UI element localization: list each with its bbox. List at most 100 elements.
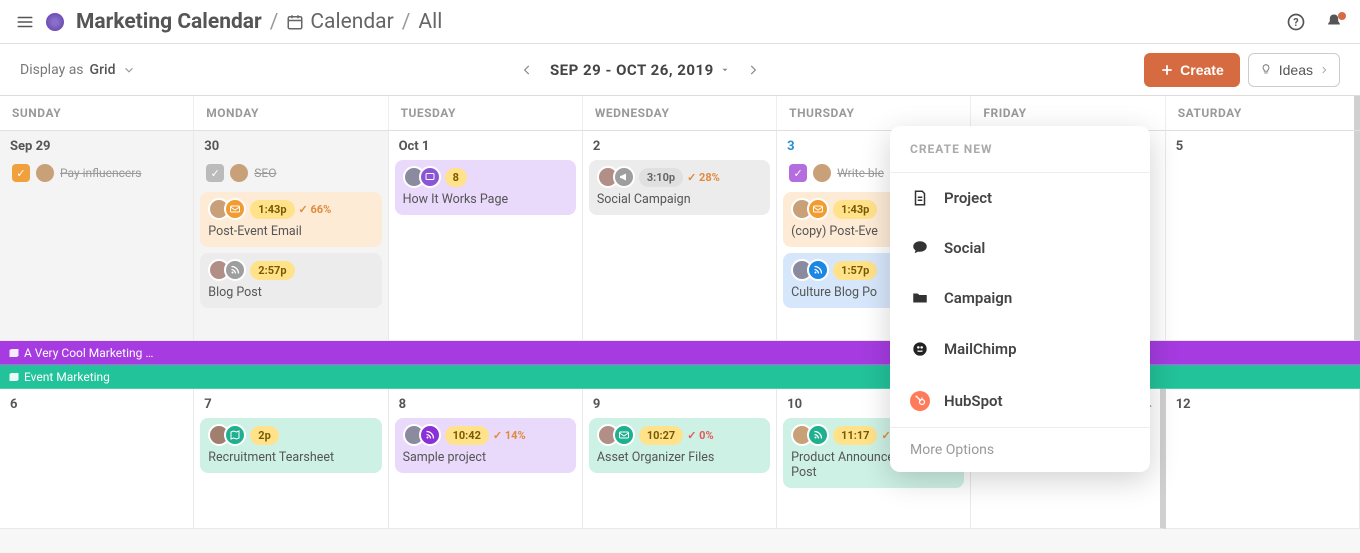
next-period-button[interactable]: [742, 59, 764, 81]
breadcrumb-calendar[interactable]: Calendar: [286, 10, 393, 34]
event-time: 3:10p: [639, 168, 683, 187]
day-header: THURSDAY: [777, 96, 971, 130]
campaign-range-event-marketing[interactable]: Event Marketing: [0, 365, 1360, 389]
event-time: 10:27: [639, 426, 683, 445]
event-asset-organizer[interactable]: 10:27 ✓ 0% Asset Organizer Files: [589, 418, 770, 473]
chat-icon: [910, 239, 930, 257]
calendar-cell[interactable]: 2 3:10p ✓ 28% Social Campaign: [583, 131, 777, 341]
calendar-cell[interactable]: 8 10:42 ✓ 14% Sample project: [389, 389, 583, 529]
event-title: Social Campaign: [597, 192, 762, 207]
calendar-cell[interactable]: 12: [1166, 389, 1360, 529]
event-how-it-works[interactable]: 8 How It Works Page: [395, 160, 576, 215]
checkbox-checked-icon[interactable]: ✓: [789, 164, 807, 182]
event-title: Recruitment Tearsheet: [208, 450, 373, 465]
avatar: [230, 164, 248, 182]
email-icon: [807, 198, 829, 220]
hubspot-icon: [910, 391, 930, 411]
event-blog-post[interactable]: 2:57p Blog Post: [200, 253, 381, 308]
help-icon[interactable]: ?: [1286, 12, 1306, 32]
notifications-icon[interactable]: [1324, 12, 1344, 32]
calendar-toolbar: Display as Grid SEP 29 - OCT 26, 2019 Cr…: [0, 44, 1360, 96]
avatar: [36, 164, 54, 182]
display-mode-selector[interactable]: Display as Grid: [20, 62, 136, 78]
event-title: Blog Post: [208, 285, 373, 300]
prev-period-button[interactable]: [516, 59, 538, 81]
event-progress: ✓ 14%: [493, 429, 526, 442]
page-icon: [419, 166, 441, 188]
app-logo-icon[interactable]: [46, 13, 64, 31]
folder-icon: [910, 289, 930, 307]
svg-text:?: ?: [1293, 16, 1298, 29]
breadcrumb-root[interactable]: Marketing Calendar: [76, 10, 262, 34]
megaphone-icon: [613, 166, 635, 188]
checkbox-checked-icon[interactable]: ✓: [12, 164, 30, 182]
cell-date: Sep 29: [6, 137, 187, 160]
event-title: Post-Event Email: [208, 224, 373, 239]
calendar-ranges: A Very Cool Marketing … Event Marketing: [0, 341, 1360, 389]
task-item-pay-influencers[interactable]: ✓ Pay influencers: [6, 160, 187, 186]
event-title: How It Works Page: [403, 192, 568, 207]
event-sample-project[interactable]: 10:42 ✓ 14% Sample project: [395, 418, 576, 473]
popover-header: CREATE NEW: [890, 126, 1150, 173]
cell-date: 7: [200, 395, 381, 418]
day-header: SUNDAY: [0, 96, 194, 130]
day-header: SATURDAY: [1166, 96, 1360, 130]
create-popover: CREATE NEW Project Social Campaign MailC…: [890, 126, 1150, 472]
app-header: Marketing Calendar / Calendar / All ?: [0, 0, 1360, 44]
calendar-cell[interactable]: 30 ✓ SEO 1:43p ✓ 66% Post-Event Email 2:…: [194, 131, 388, 341]
event-progress: ✓ 66%: [299, 203, 332, 216]
event-title: Sample project: [403, 450, 568, 465]
cell-date: 30: [200, 137, 381, 160]
rss-icon: [807, 259, 829, 281]
checkbox-checked-icon[interactable]: ✓: [206, 164, 224, 182]
event-time: 10:42: [445, 426, 489, 445]
day-header: FRIDAY: [971, 96, 1165, 130]
event-time: 1:43p: [833, 200, 877, 219]
calendar-cell[interactable]: 9 10:27 ✓ 0% Asset Organizer Files: [583, 389, 777, 529]
cell-date: Oct 1: [395, 137, 576, 160]
calendar-cell[interactable]: 5: [1166, 131, 1360, 341]
email-icon: [224, 198, 246, 220]
mailchimp-icon: [910, 339, 930, 359]
calendar-cell[interactable]: 7 2p Recruitment Tearsheet: [194, 389, 388, 529]
cell-date: 12: [1172, 395, 1353, 418]
event-time: 8: [445, 168, 467, 187]
event-time: 2p: [250, 426, 279, 445]
create-social[interactable]: Social: [890, 223, 1150, 273]
map-icon: [224, 424, 246, 446]
calendar-cell[interactable]: Oct 1 8 How It Works Page: [389, 131, 583, 341]
date-range-picker[interactable]: SEP 29 - OCT 26, 2019: [550, 61, 730, 79]
event-title: Asset Organizer Files: [597, 450, 762, 465]
task-item-seo[interactable]: ✓ SEO: [200, 160, 381, 186]
event-time: 1:57p: [833, 261, 877, 280]
avatar: [813, 164, 831, 182]
breadcrumb: Marketing Calendar / Calendar / All: [76, 10, 442, 34]
cell-date: 8: [395, 395, 576, 418]
calendar-grid: Sep 29 ✓ Pay influencers 30 ✓ SEO 1:43p …: [0, 131, 1360, 529]
breadcrumb-filter[interactable]: All: [418, 10, 442, 34]
create-button[interactable]: Create: [1144, 53, 1240, 87]
event-time: 11:17: [833, 426, 877, 445]
create-hubspot[interactable]: HubSpot: [890, 375, 1150, 427]
calendar-cell[interactable]: 6: [0, 389, 194, 529]
cell-date: 5: [1172, 137, 1348, 160]
calendar-day-headers: SUNDAY MONDAY TUESDAY WEDNESDAY THURSDAY…: [0, 96, 1360, 131]
popover-more-options[interactable]: More Options: [890, 427, 1150, 472]
event-time: 1:43p: [250, 200, 294, 219]
day-header: TUESDAY: [389, 96, 583, 130]
ideas-button[interactable]: Ideas: [1248, 53, 1340, 87]
campaign-range-marketing[interactable]: A Very Cool Marketing …: [0, 341, 1360, 365]
event-recruitment-tearsheet[interactable]: 2p Recruitment Tearsheet: [200, 418, 381, 473]
event-social-campaign[interactable]: 3:10p ✓ 28% Social Campaign: [589, 160, 770, 215]
hamburger-menu-icon[interactable]: [16, 13, 34, 31]
create-project[interactable]: Project: [890, 173, 1150, 223]
cell-date: 6: [6, 395, 187, 418]
day-header: WEDNESDAY: [583, 96, 777, 130]
event-time: 2:57p: [250, 261, 294, 280]
event-progress: ✓ 0%: [687, 429, 713, 442]
document-icon: [910, 189, 930, 207]
calendar-cell[interactable]: Sep 29 ✓ Pay influencers: [0, 131, 194, 341]
create-campaign[interactable]: Campaign: [890, 273, 1150, 323]
event-post-event-email[interactable]: 1:43p ✓ 66% Post-Event Email: [200, 192, 381, 247]
create-mailchimp[interactable]: MailChimp: [890, 323, 1150, 375]
